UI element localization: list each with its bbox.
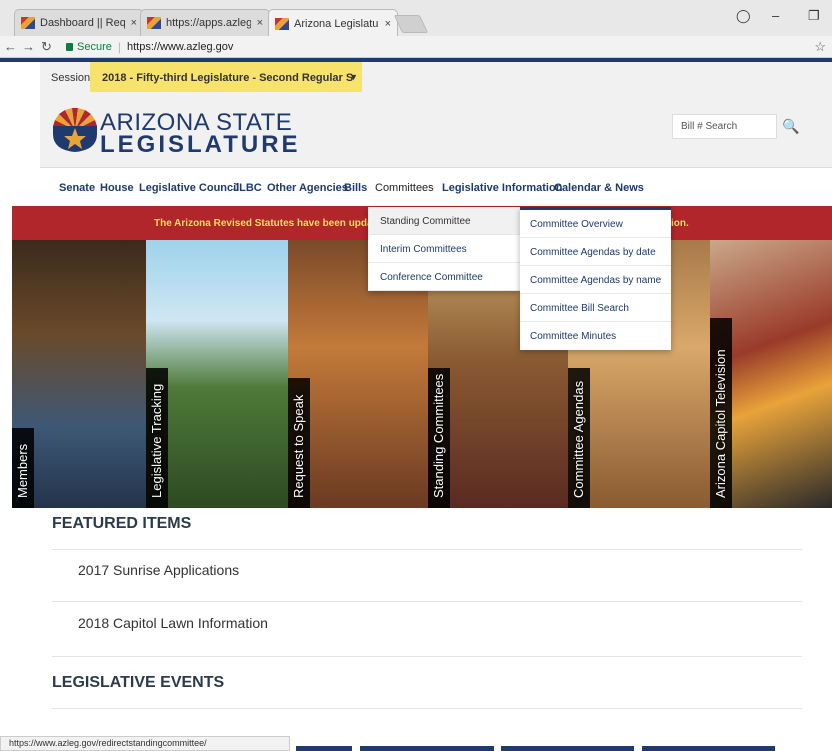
divider	[52, 708, 802, 710]
azleg-favicon-icon	[21, 17, 35, 29]
tab-close-icon[interactable]: ×	[257, 17, 263, 29]
main-nav: Senate House Legislative Council JLBC Ot…	[40, 168, 832, 206]
submenu-item-committee-bill-search[interactable]: Committee Bill Search	[520, 294, 671, 322]
logo-title-bottom[interactable]: LEGISLATURE	[100, 131, 301, 159]
forward-arrow-icon[interactable]: →	[21, 39, 36, 54]
nav-other-agencies[interactable]: Other Agencies	[267, 182, 348, 194]
session-select[interactable]: 2018 - Fifty-third Legislature - Second …	[90, 62, 362, 92]
nav-jlbc[interactable]: JLBC	[233, 182, 262, 194]
secure-label: Secure	[77, 40, 112, 53]
event-button[interactable]	[501, 746, 634, 751]
back-arrow-icon[interactable]: ←	[3, 39, 18, 54]
featured-items-heading: FEATURED ITEMS	[52, 515, 192, 532]
secure-indicator[interactable]: Secure	[66, 41, 112, 53]
alert-text-tail: ion.	[671, 218, 689, 229]
minimize-icon[interactable]: –	[772, 8, 779, 23]
menu-item-standing-committee[interactable]: Standing Committee	[368, 207, 520, 235]
session-bar: Session: 2018 - Fifty-third Legislature …	[40, 62, 832, 92]
nav-committees[interactable]: Committees	[375, 182, 434, 194]
menu-item-interim-committees[interactable]: Interim Committees	[368, 235, 520, 263]
panel-label-members: Members	[15, 443, 30, 498]
profile-icon[interactable]: ◯	[736, 8, 751, 24]
azleg-favicon-icon	[147, 17, 161, 29]
azleg-favicon-icon	[275, 17, 289, 30]
tab-close-icon[interactable]: ×	[385, 18, 391, 30]
menu-item-conference-committee[interactable]: Conference Committee	[368, 263, 520, 291]
address-bar: ← → ↻ Secure | https://www.azleg.gov ☆	[0, 36, 832, 58]
search-icon[interactable]: 🔍	[779, 114, 803, 139]
tab-label: Dashboard || Request to	[40, 17, 125, 29]
bookmark-star-icon[interactable]: ☆	[814, 39, 826, 55]
featured-item-capitol-lawn[interactable]: 2018 Capitol Lawn Information	[52, 601, 802, 656]
panel-label-arizona-capitol-television: Arizona Capitol Television	[713, 349, 728, 498]
panel-label-standing-committees: Standing Committees	[431, 373, 446, 498]
submenu-item-committee-minutes[interactable]: Committee Minutes	[520, 322, 671, 350]
nav-legislative-information[interactable]: Legislative Information	[442, 182, 562, 194]
panel-members[interactable]: Members	[12, 240, 146, 508]
panel-legislative-tracking[interactable]: Legislative Tracking	[146, 240, 288, 508]
arizona-star-emblem-icon[interactable]	[52, 108, 98, 152]
submenu-item-committee-overview[interactable]: Committee Overview	[520, 210, 671, 238]
url-field[interactable]: https://www.azleg.gov	[127, 41, 233, 53]
reload-icon[interactable]: ↻	[39, 39, 54, 55]
browser-tab-arizona-legislature[interactable]: Arizona Legislature ×	[268, 9, 398, 37]
standing-committee-submenu: Committee Overview Committee Agendas by …	[520, 207, 671, 350]
restore-icon[interactable]: ❐	[808, 8, 820, 24]
browser-tab-apps[interactable]: https://apps.azleg.gov/R ×	[140, 9, 270, 36]
event-button[interactable]	[642, 746, 775, 751]
lock-icon	[66, 42, 73, 51]
panel-label-committee-agendas: Committee Agendas	[571, 380, 586, 498]
featured-item-sunrise-applications[interactable]: 2017 Sunrise Applications	[52, 549, 802, 596]
submenu-item-agendas-by-date[interactable]: Committee Agendas by date	[520, 238, 671, 266]
browser-status-url: https://www.azleg.gov/redirectstandingco…	[0, 736, 290, 751]
browser-tabbar: Dashboard || Request to × https://apps.a…	[0, 0, 832, 37]
event-button[interactable]	[360, 746, 494, 751]
panel-label-request-to-speak: Request to Speak	[291, 394, 306, 498]
session-label: Session:	[51, 72, 94, 84]
browser-tab-dashboard[interactable]: Dashboard || Request to ×	[14, 9, 144, 36]
nav-house[interactable]: House	[100, 182, 134, 194]
site-header: ARIZONA STATE LEGISLATURE Bill # Search …	[40, 92, 832, 168]
event-button[interactable]	[296, 746, 352, 751]
alert-text: The Arizona Revised Statutes have been u…	[154, 218, 388, 229]
url-separator: |	[117, 39, 121, 54]
new-tab-button[interactable]	[393, 15, 429, 33]
committees-dropdown: Standing Committee Interim Committees Co…	[368, 207, 520, 291]
legislative-events-heading: LEGISLATIVE EVENTS	[52, 674, 225, 691]
panel-arizona-capitol-television[interactable]: Arizona Capitol Television	[710, 240, 832, 508]
nav-calendar-news[interactable]: Calendar & News	[554, 182, 644, 194]
submenu-item-agendas-by-name[interactable]: Committee Agendas by name	[520, 266, 671, 294]
tab-label: Arizona Legislature	[294, 17, 379, 30]
panel-label-legislative-tracking: Legislative Tracking	[149, 383, 164, 498]
bill-search-input[interactable]: Bill # Search	[672, 114, 777, 139]
nav-senate[interactable]: Senate	[59, 182, 95, 194]
caret-down-icon: ▼	[349, 72, 358, 82]
tab-label: https://apps.azleg.gov/R	[166, 17, 251, 29]
session-selected-value: 2018 - Fifty-third Legislature - Second …	[102, 72, 354, 84]
nav-bills[interactable]: Bills	[344, 182, 367, 194]
divider	[52, 656, 802, 658]
tab-close-icon[interactable]: ×	[131, 17, 137, 29]
nav-legislative-council[interactable]: Legislative Council	[139, 182, 239, 194]
